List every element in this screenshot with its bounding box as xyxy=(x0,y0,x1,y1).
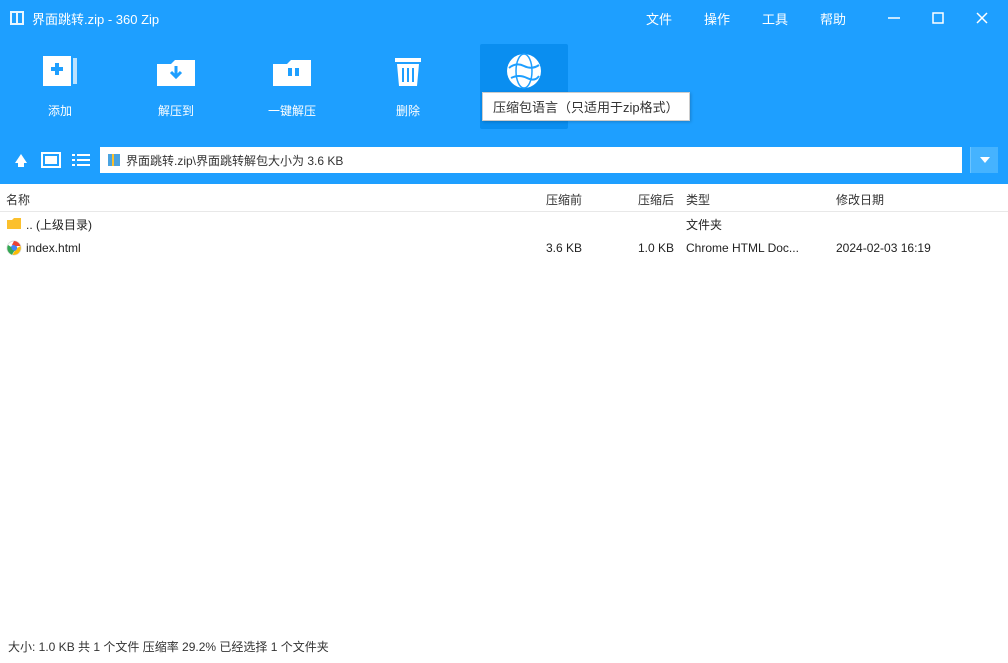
path-text: 界面跳转.zip\界面跳转解包大小为 3.6 KB xyxy=(126,152,343,169)
menu-tool[interactable]: 工具 xyxy=(762,9,788,28)
app-icon xyxy=(8,9,26,27)
header-date[interactable]: 修改日期 xyxy=(830,191,1008,208)
view-thumbnail-button[interactable] xyxy=(40,149,62,171)
delete-button[interactable]: 删除 xyxy=(378,50,438,119)
one-click-label: 一键解压 xyxy=(268,102,316,119)
chrome-icon xyxy=(6,240,22,256)
maximize-button[interactable] xyxy=(930,10,946,26)
one-click-icon xyxy=(269,50,315,92)
parent-dir-row[interactable]: .. (上级目录) 文件夹 xyxy=(0,212,1008,236)
status-text: 大小: 1.0 KB 共 1 个文件 压缩率 29.2% 已经选择 1 个文件夹 xyxy=(8,640,329,654)
file-type: Chrome HTML Doc... xyxy=(680,241,830,255)
header-name[interactable]: 名称 xyxy=(0,191,502,208)
extract-to-label: 解压到 xyxy=(158,102,194,119)
file-list: .. (上级目录) 文件夹 index.html 3.6 KB 1.0 KB C… xyxy=(0,212,1008,642)
column-headers: 名称 压缩前 压缩后 类型 修改日期 xyxy=(0,184,1008,212)
window-title: 界面跳转.zip - 360 Zip xyxy=(32,9,159,28)
view-list-button[interactable] xyxy=(70,149,92,171)
menu-help[interactable]: 帮助 xyxy=(820,9,846,28)
folder-icon xyxy=(6,216,22,232)
delete-icon xyxy=(385,50,431,92)
header-after[interactable]: 压缩后 xyxy=(588,191,680,208)
window-controls xyxy=(886,10,1000,26)
parent-dir-name: .. (上级目录) xyxy=(26,216,92,233)
add-icon xyxy=(37,50,83,92)
menu-file[interactable]: 文件 xyxy=(646,9,672,28)
extract-to-icon xyxy=(153,50,199,92)
path-dropdown-button[interactable] xyxy=(970,147,998,173)
up-button[interactable] xyxy=(10,149,32,171)
delete-label: 删除 xyxy=(396,102,420,119)
path-input[interactable]: 界面跳转.zip\界面跳转解包大小为 3.6 KB xyxy=(100,147,962,173)
zip-icon xyxy=(106,152,122,168)
file-before: 3.6 KB xyxy=(502,241,588,255)
one-click-extract-button[interactable]: 一键解压 xyxy=(262,50,322,119)
file-name: index.html xyxy=(26,241,81,255)
add-label: 添加 xyxy=(48,102,72,119)
close-button[interactable] xyxy=(974,10,990,26)
minimize-button[interactable] xyxy=(886,10,902,26)
menu-bar: 文件 操作 工具 帮助 xyxy=(646,9,886,28)
navbar: 界面跳转.zip\界面跳转解包大小为 3.6 KB xyxy=(0,144,1008,184)
titlebar: 界面跳转.zip - 360 Zip 文件 操作 工具 帮助 xyxy=(0,0,1008,36)
file-row[interactable]: index.html 3.6 KB 1.0 KB Chrome HTML Doc… xyxy=(0,236,1008,260)
globe-icon xyxy=(501,50,547,92)
language-tooltip: 压缩包语言（只适用于zip格式） xyxy=(482,92,690,121)
parent-dir-type: 文件夹 xyxy=(680,216,830,233)
header-before[interactable]: 压缩前 xyxy=(502,191,588,208)
status-bar: 大小: 1.0 KB 共 1 个文件 压缩率 29.2% 已经选择 1 个文件夹 xyxy=(0,634,1008,659)
extract-to-button[interactable]: 解压到 xyxy=(146,50,206,119)
toolbar: 添加 解压到 一键解压 删除 压缩包语言 压缩包语言（只适用于zip格式） xyxy=(0,36,1008,144)
add-button[interactable]: 添加 xyxy=(30,50,90,119)
menu-operate[interactable]: 操作 xyxy=(704,9,730,28)
header-type[interactable]: 类型 xyxy=(680,191,830,208)
file-date: 2024-02-03 16:19 xyxy=(830,241,1008,255)
file-after: 1.0 KB xyxy=(588,241,680,255)
